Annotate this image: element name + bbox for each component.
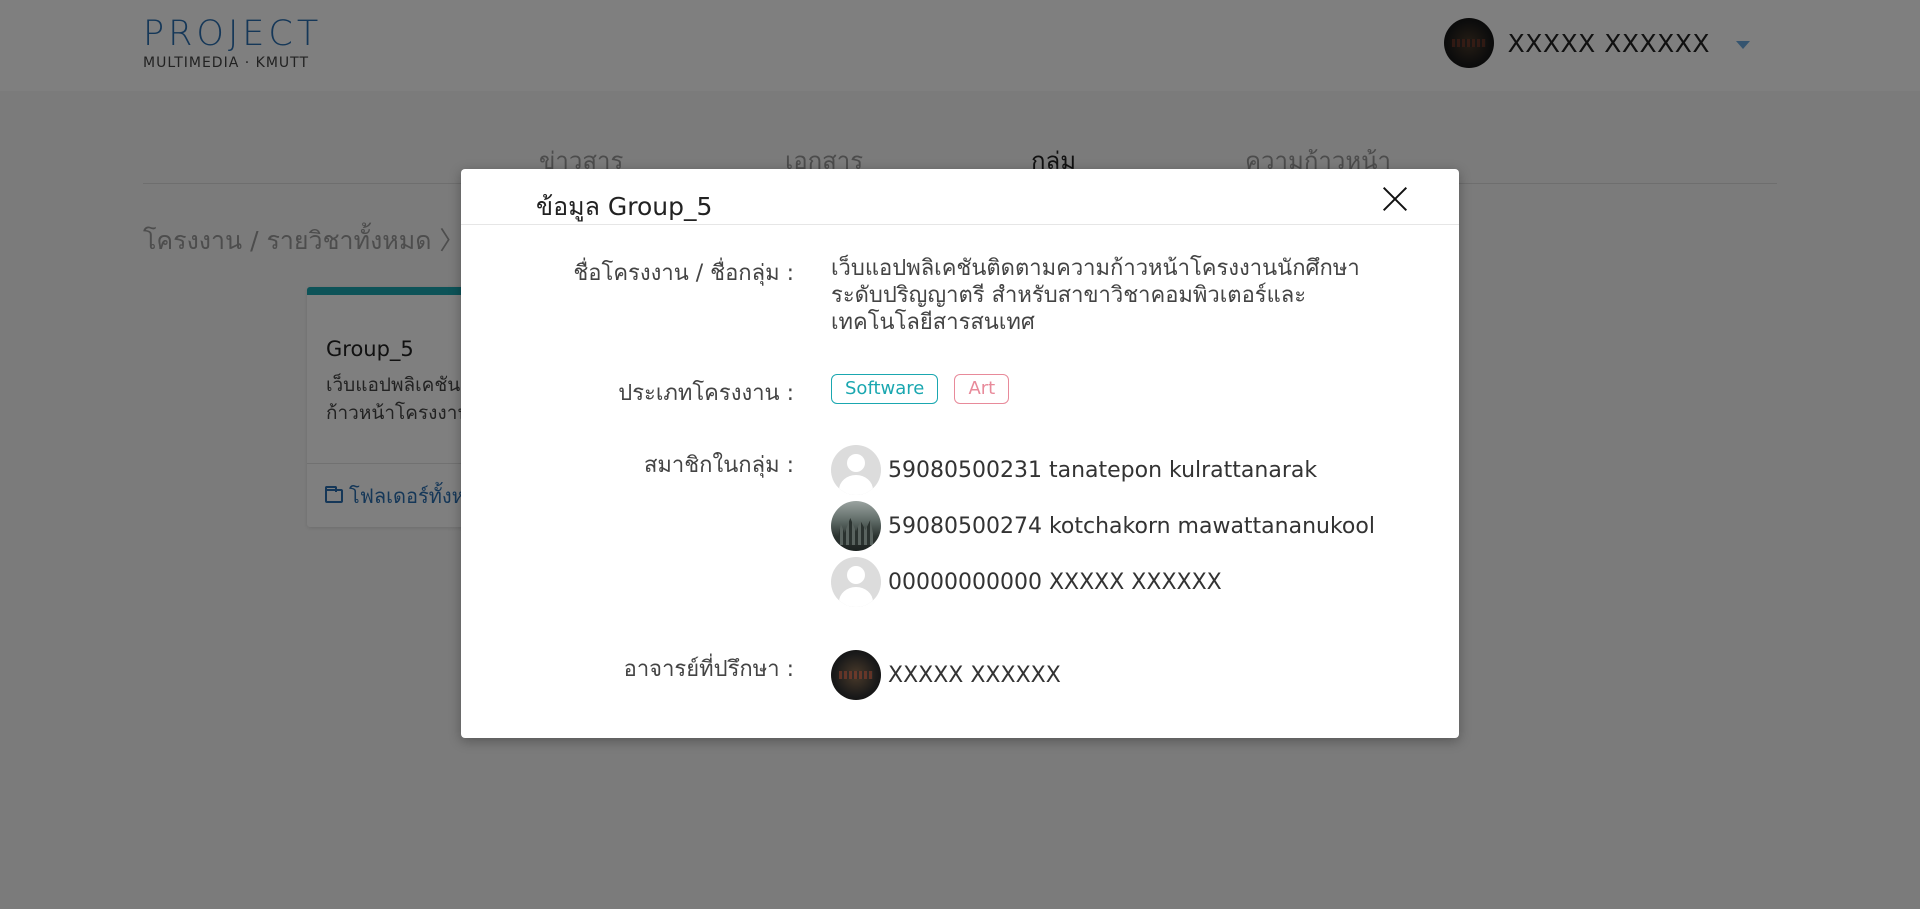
close-icon[interactable] [1381, 185, 1409, 213]
advisor-entry: XXXXX XXXXXX [831, 647, 1061, 703]
default-avatar-icon [831, 557, 881, 607]
member-name: 00000000000 XXXXX XXXXXX [888, 569, 1222, 595]
tag-software: Software [831, 374, 939, 404]
advisor-item: XXXXX XXXXXX [831, 647, 1061, 703]
modal-title: ข้อมูล Group_5 [536, 192, 713, 221]
project-type-tags: Software Art [831, 374, 1020, 404]
member-name: 59080500274 kotchakorn mawattananukool [888, 513, 1375, 539]
advisor-name: XXXXX XXXXXX [888, 662, 1061, 688]
project-type-label: ประเภทโครงงาน : [618, 381, 794, 406]
project-name-label: ชื่อโครงงาน / ชื่อกลุ่ม : [573, 261, 794, 286]
default-avatar-icon [831, 445, 881, 495]
members-label: สมาชิกในกลุ่ม : [643, 453, 794, 478]
member-item: 00000000000 XXXXX XXXXXX [831, 554, 1375, 610]
project-name-value: เว็บแอปพลิเคชันติดตามความก้าวหน้าโครงงาน… [831, 256, 1360, 335]
member-name: 59080500231 tanatepon kulrattanarak [888, 457, 1318, 483]
member-photo-avatar [831, 501, 881, 551]
modal-backdrop[interactable]: ข้อมูล Group_5 ชื่อโครงงาน / ชื่อกลุ่ม :… [0, 0, 1920, 909]
member-item: 59080500274 kotchakorn mawattananukool [831, 498, 1375, 554]
member-item: 59080500231 tanatepon kulrattanarak [831, 442, 1375, 498]
advisor-avatar [831, 650, 881, 700]
advisor-label: อาจารย์ที่ปรึกษา : [623, 657, 794, 682]
member-list: 59080500231 tanatepon kulrattanarak 5908… [831, 442, 1375, 610]
tag-art: Art [954, 374, 1010, 404]
modal-header: ข้อมูล Group_5 [461, 169, 1459, 225]
group-info-modal: ข้อมูล Group_5 ชื่อโครงงาน / ชื่อกลุ่ม :… [461, 169, 1459, 738]
